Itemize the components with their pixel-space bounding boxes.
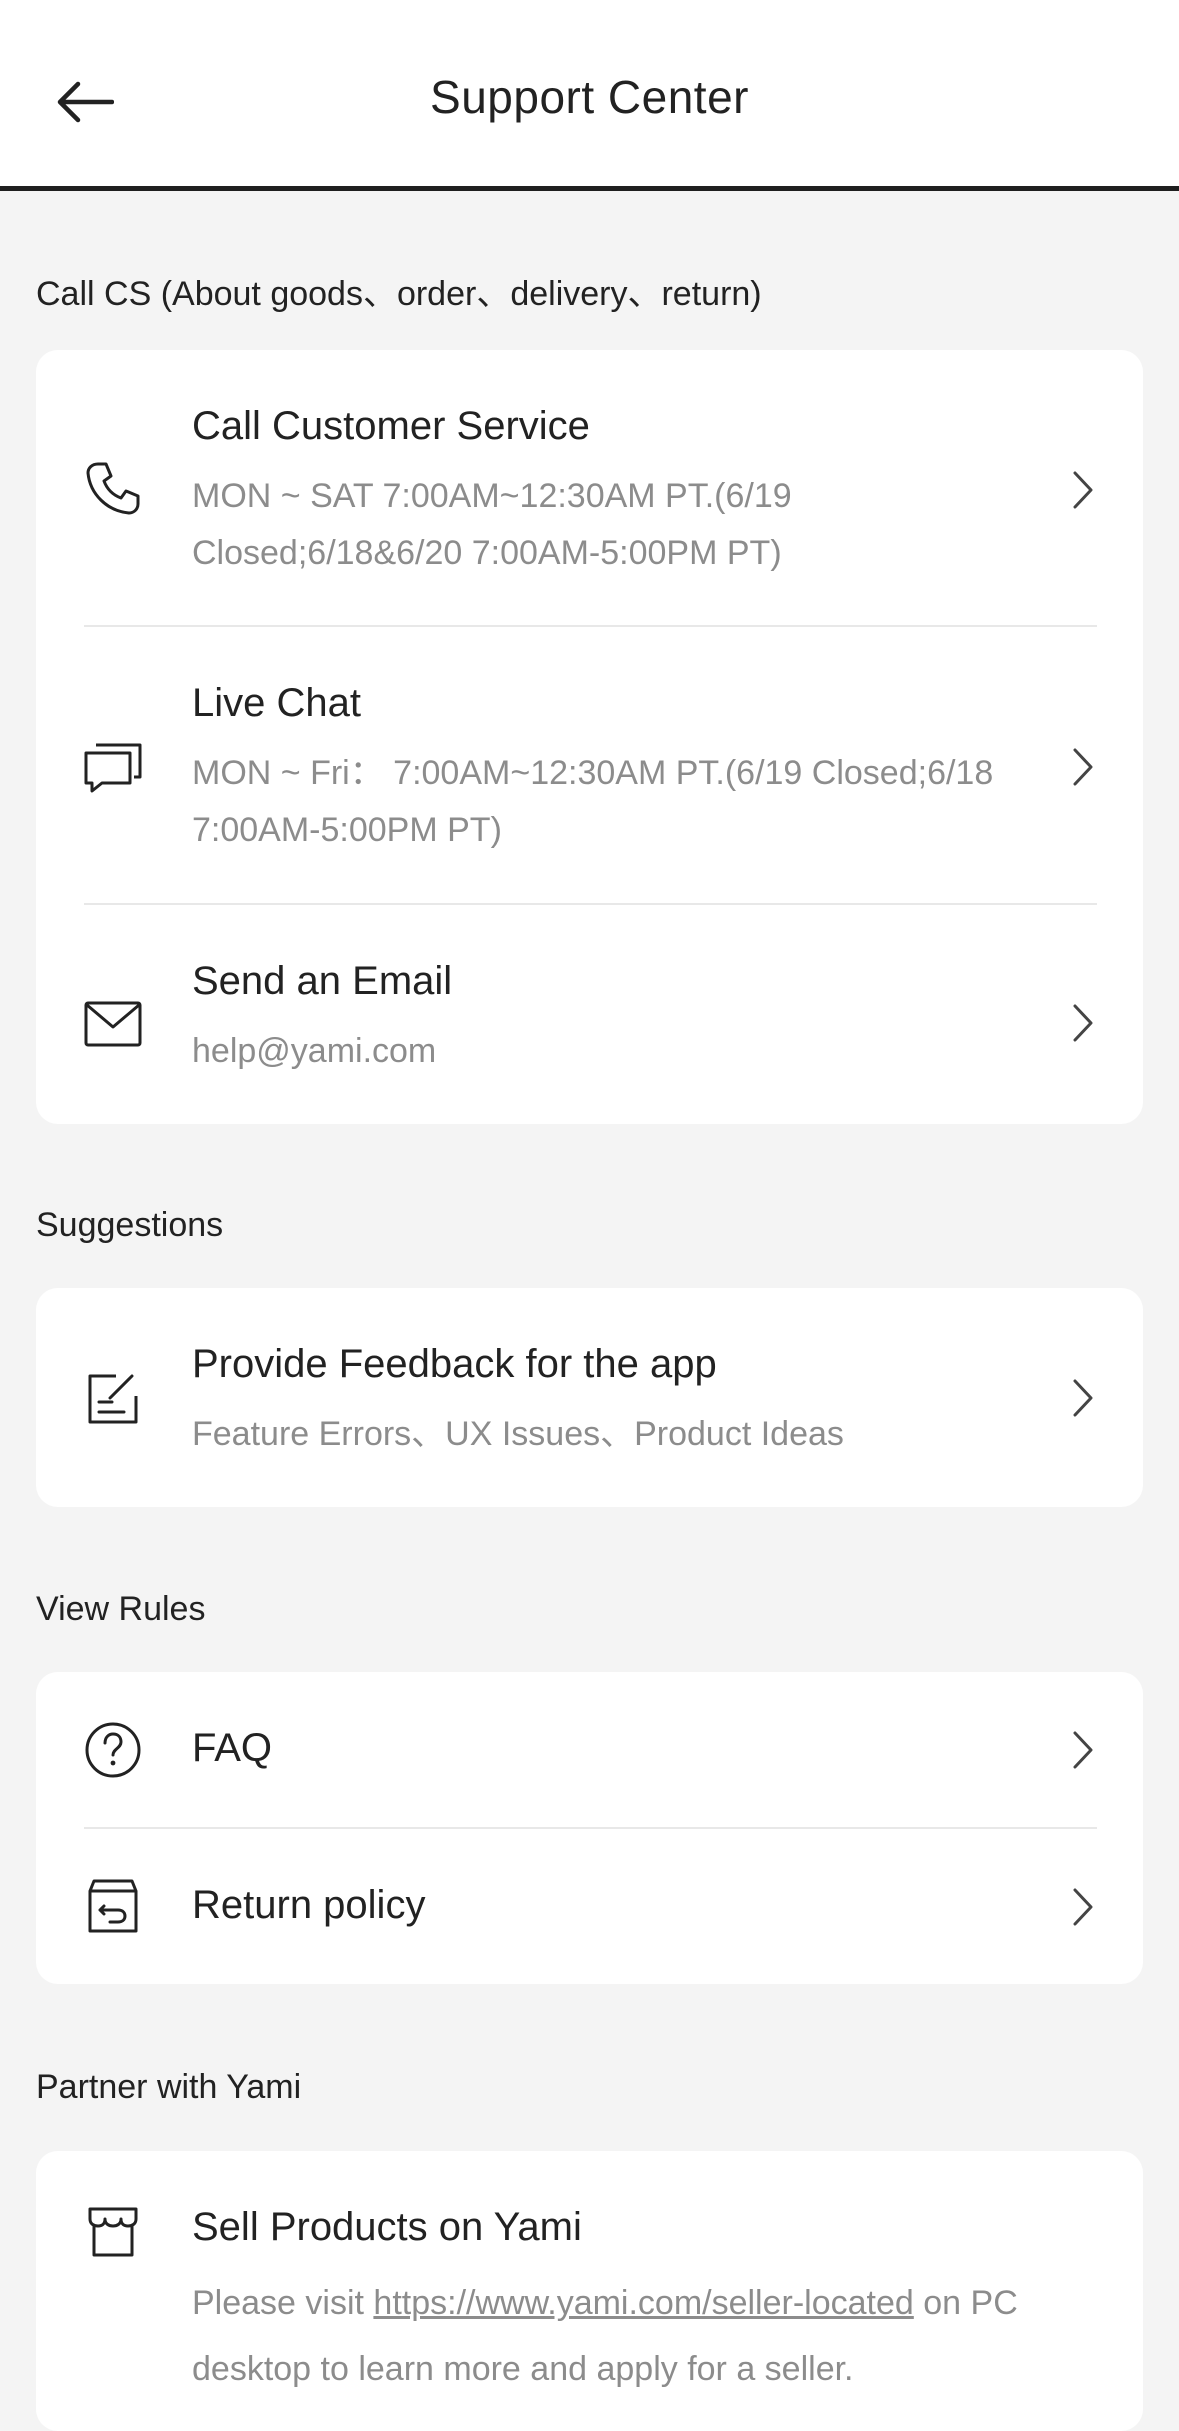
- chevron-right-icon: [1063, 465, 1103, 515]
- top-bar: Support Center: [0, 0, 1179, 191]
- chat-icon: [82, 735, 144, 797]
- row-subtitle: help@yami.com: [192, 1032, 437, 1070]
- store-icon: [82, 2201, 144, 2263]
- provide-feedback-row[interactable]: Provide Feedback for the app Feature Err…: [36, 1288, 1143, 1507]
- subtitle-prefix: Please visit: [192, 2284, 374, 2322]
- row-subtitle: Feature Errors、UX Issues、Product Ideas: [192, 1415, 844, 1453]
- rules-card: FAQ Return policy: [36, 1672, 1143, 1984]
- row-title: FAQ: [192, 1726, 273, 1770]
- chevron-right-icon: [1063, 742, 1103, 792]
- section-label-suggestions: Suggestions: [36, 1206, 224, 1244]
- sell-products-row[interactable]: Sell Products on Yami Please visit https…: [36, 2151, 1143, 2431]
- row-title: Send an Email: [192, 959, 453, 1003]
- return-policy-row[interactable]: Return policy: [36, 1829, 1143, 1984]
- row-title: Call Customer Service: [192, 404, 590, 448]
- chevron-right-icon: [1063, 1373, 1103, 1423]
- row-title: Live Chat: [192, 681, 361, 725]
- chevron-right-icon: [1063, 1882, 1103, 1932]
- contact-card: Call Customer Service MON ~ SAT 7:00AM~1…: [36, 350, 1143, 1124]
- chevron-right-icon: [1063, 998, 1103, 1048]
- row-title: Return policy: [192, 1883, 426, 1927]
- row-title: Provide Feedback for the app: [192, 1342, 717, 1386]
- faq-row[interactable]: FAQ: [36, 1672, 1143, 1827]
- section-label-partner: Partner with Yami: [36, 2068, 302, 2106]
- partner-card: Sell Products on Yami Please visit https…: [36, 2151, 1143, 2431]
- live-chat-row[interactable]: Live Chat MON ~ Fri： 7:00AM~12:30AM PT.(…: [36, 627, 1143, 903]
- mail-icon: [82, 993, 144, 1055]
- seller-link[interactable]: https://www.yami.com/seller-located: [373, 2284, 913, 2322]
- send-email-row[interactable]: Send an Email help@yami.com: [36, 905, 1143, 1124]
- section-label-view-rules: View Rules: [36, 1590, 206, 1628]
- return-icon: [82, 1876, 144, 1938]
- row-subtitle: MON ~ Fri： 7:00AM~12:30AM PT.(6/19 Close…: [192, 754, 994, 849]
- suggestions-card: Provide Feedback for the app Feature Err…: [36, 1288, 1143, 1507]
- row-subtitle: Please visit https://www.yami.com/seller…: [192, 2270, 1091, 2402]
- question-icon: [82, 1719, 144, 1781]
- row-subtitle: MON ~ SAT 7:00AM~12:30AM PT.(6/19 Closed…: [192, 477, 792, 572]
- section-label-call-cs: Call CS (About goods、order、delivery、retu…: [36, 275, 762, 313]
- feedback-icon: [82, 1368, 144, 1430]
- call-customer-service-row[interactable]: Call Customer Service MON ~ SAT 7:00AM~1…: [36, 350, 1143, 626]
- phone-icon: [82, 458, 144, 520]
- row-title: Sell Products on Yami: [192, 2205, 582, 2249]
- chevron-right-icon: [1063, 1725, 1103, 1775]
- page-title: Support Center: [430, 71, 749, 123]
